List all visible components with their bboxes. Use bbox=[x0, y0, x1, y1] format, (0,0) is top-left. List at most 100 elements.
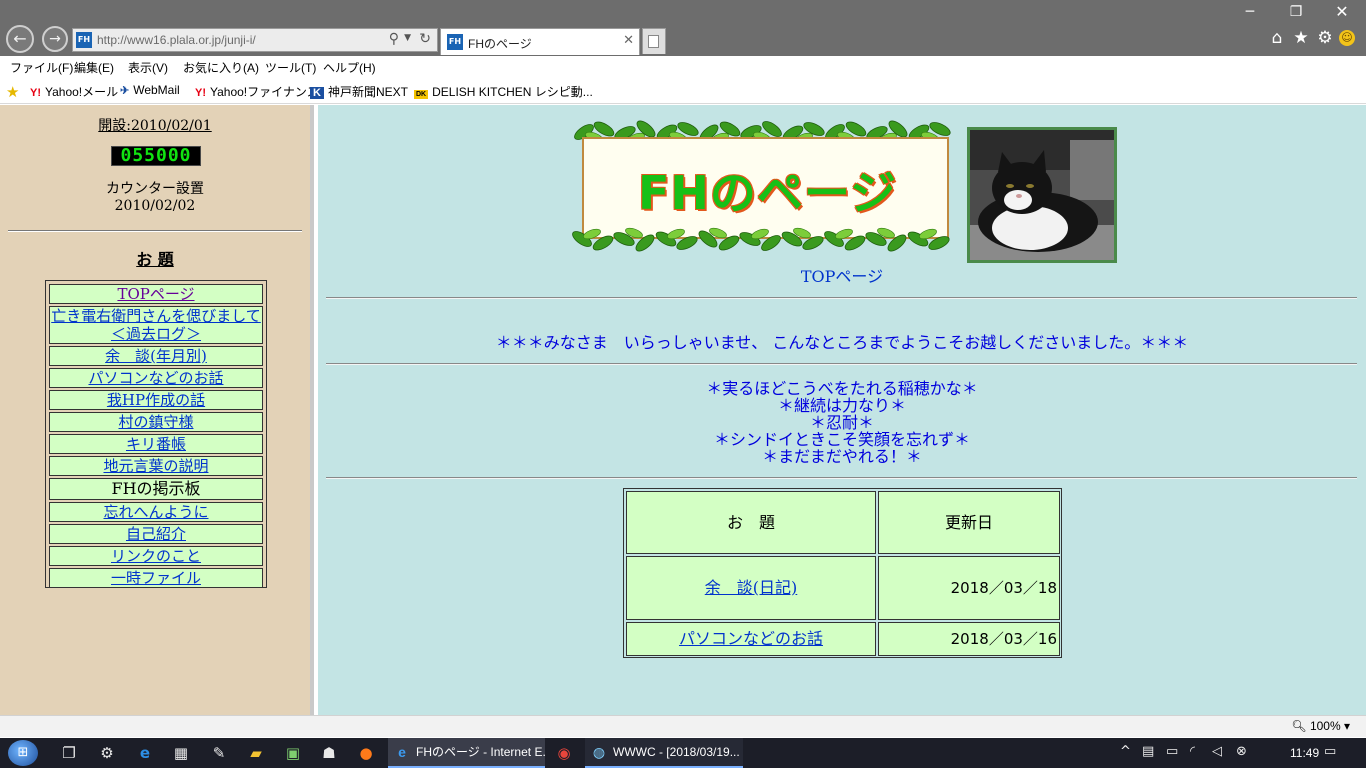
notifications-icon[interactable]: ▭ bbox=[1324, 744, 1336, 759]
window-close-button[interactable]: ✕ bbox=[1330, 2, 1354, 21]
cat-photo-image bbox=[970, 130, 1114, 260]
divider bbox=[8, 230, 302, 232]
add-favorite-star-icon[interactable]: ★ bbox=[6, 83, 19, 101]
yahoo-icon: Y! bbox=[30, 87, 41, 99]
nav-item-memorial[interactable]: 亡き電右衛門さんを偲びまして ＜過去ログ＞ bbox=[49, 306, 263, 344]
nav-item-memorial-sublabel: ＜過去ログ＞ bbox=[110, 325, 201, 343]
topics-heading: お 題 bbox=[136, 250, 174, 269]
access-counter: 055000 bbox=[111, 146, 201, 166]
wifi-icon[interactable]: ◜ bbox=[1190, 744, 1195, 759]
notepad-icon[interactable]: ✎ bbox=[208, 742, 230, 764]
volume-icon[interactable]: ◁ bbox=[1212, 744, 1222, 759]
fav-yahoo-finance[interactable]: Y! Yahoo!ファイナンス bbox=[195, 83, 319, 100]
tab-fh-page[interactable]: FH FHのページ ✕ bbox=[440, 28, 640, 55]
maximize-button[interactable]: ❐ bbox=[1284, 4, 1308, 20]
update-link-yodan[interactable]: 余 談(日記) bbox=[705, 578, 798, 597]
nav-item-yodan[interactable]: 余 談(年月別) bbox=[49, 346, 263, 366]
fav-delish-kitchen[interactable]: DK DELISH KITCHEN レシピ動... bbox=[414, 83, 593, 100]
tab-title: FHのページ bbox=[468, 37, 532, 51]
fav-yahoo-mail[interactable]: Y! Yahoo!メール bbox=[30, 83, 118, 100]
firefox-icon[interactable]: ● bbox=[355, 742, 377, 764]
yahoo-icon: Y! bbox=[195, 87, 206, 99]
browser-titlebar: ← → FH http://www16.plala.or.jp/junji-i/… bbox=[0, 0, 1366, 56]
zoom-control[interactable]: 🔍︎ 100% ▾ bbox=[1291, 719, 1350, 733]
refresh-icon[interactable]: ↻ bbox=[419, 31, 431, 47]
new-tab-button[interactable] bbox=[642, 28, 666, 54]
gear-icon[interactable]: ⚙ bbox=[1314, 28, 1336, 48]
ie-icon: e bbox=[398, 744, 406, 760]
nav-item-remember[interactable]: 忘れへんように bbox=[49, 502, 263, 522]
file-explorer-icon[interactable]: ▰ bbox=[245, 742, 267, 764]
task-view-icon[interactable]: ❐ bbox=[58, 742, 80, 764]
nav-item-links[interactable]: リンクのこと bbox=[49, 546, 263, 566]
nav-item-kiriban[interactable]: キリ番帳 bbox=[49, 434, 263, 454]
open-date: 開設:2010/02/01 bbox=[98, 118, 212, 134]
taskbar-task-wwwc[interactable]: ◍ WWWC - [2018/03/19... bbox=[585, 738, 743, 768]
top-page-link[interactable]: TOPページ bbox=[318, 263, 1366, 287]
close-icon[interactable]: ✕ bbox=[623, 33, 634, 48]
divider bbox=[326, 477, 1357, 479]
nav-item-profile[interactable]: 自己紹介 bbox=[49, 524, 263, 544]
menu-bar: ファイル(F) 編集(E) 表示(V) お気に入り(A) ツール(T) ヘルプ(… bbox=[0, 56, 1366, 78]
home-icon[interactable]: ⌂ bbox=[1266, 28, 1288, 48]
counter-label-text: カウンター設置 bbox=[106, 181, 204, 197]
nav-item-memorial-label: 亡き電右衛門さんを偲びまして bbox=[51, 307, 261, 325]
start-button[interactable]: ⊞ bbox=[8, 740, 38, 766]
forward-button[interactable]: → bbox=[42, 26, 68, 52]
nav-item-local-words[interactable]: 地元言葉の説明 bbox=[49, 456, 263, 476]
menu-tools[interactable]: ツール(T) bbox=[265, 59, 316, 76]
terminal-icon[interactable]: ▣ bbox=[282, 742, 304, 764]
tray-keyboard-icon[interactable]: ▭ bbox=[1166, 744, 1178, 759]
fav-kobe-shimbun[interactable]: K 神戸新聞NEXT bbox=[310, 83, 408, 100]
motto-line: ＊忍耐＊ bbox=[809, 413, 874, 432]
menu-favorites[interactable]: お気に入り(A) bbox=[183, 59, 259, 76]
nav-item-village-shrine[interactable]: 村の鎮守様 bbox=[49, 412, 263, 432]
tray-network-app-icon[interactable]: ▤ bbox=[1142, 744, 1154, 759]
kobe-shimbun-icon: K bbox=[310, 87, 324, 99]
address-url[interactable]: http://www16.plala.or.jp/junji-i/ bbox=[97, 33, 256, 47]
zoom-icon: 🔍︎ bbox=[1291, 719, 1310, 733]
counter-label: カウンター設置 2010/02/02 bbox=[0, 181, 310, 215]
nav-item-top[interactable]: TOPページ bbox=[49, 284, 263, 304]
mottos: ＊実るほどこうべをたれる稲穂かな＊ ＊継続は力なり＊ ＊忍耐＊ ＊シンドイときこ… bbox=[318, 380, 1366, 465]
tab-favicon-icon: FH bbox=[447, 34, 463, 50]
motto-line: ＊継続は力なり＊ bbox=[777, 396, 906, 415]
minimize-button[interactable]: ─ bbox=[1238, 4, 1262, 20]
motto-line: ＊実るほどこうべをたれる稲穂かな＊ bbox=[706, 379, 978, 398]
favorites-star-icon[interactable]: ★ bbox=[1290, 28, 1312, 48]
edge-icon[interactable]: e bbox=[134, 742, 156, 764]
blocked-icon[interactable]: ⊗ bbox=[1236, 744, 1247, 759]
back-button[interactable]: ← bbox=[6, 25, 34, 53]
nav-item-hp-making[interactable]: 我HP作成の話 bbox=[49, 390, 263, 410]
webmail-icon: ✈ bbox=[120, 85, 130, 97]
settings-icon[interactable]: ⚙ bbox=[96, 742, 118, 764]
update-link-pc-talk[interactable]: パソコンなどのお話 bbox=[679, 629, 823, 648]
search-icon[interactable]: ⚲ bbox=[389, 31, 399, 47]
app-icon[interactable]: ☗ bbox=[318, 742, 340, 764]
address-bar[interactable]: FH http://www16.plala.or.jp/junji-i/ ⚲ ▼… bbox=[72, 28, 438, 52]
site-favicon-icon: FH bbox=[76, 32, 92, 48]
tray-chevron-up-icon[interactable]: ^ bbox=[1120, 744, 1131, 759]
menu-view[interactable]: 表示(V) bbox=[128, 59, 168, 76]
table-header-topic: お 題 bbox=[626, 491, 876, 554]
taskbar-task-ie[interactable]: e FHのページ - Internet E... bbox=[388, 738, 545, 768]
nav-item-temp-file[interactable]: 一時ファイル bbox=[49, 568, 263, 588]
menu-edit[interactable]: 編集(E) bbox=[74, 59, 114, 76]
menu-file[interactable]: ファイル(F) bbox=[10, 59, 73, 76]
sidebar-frame: 開設:2010/02/01 055000 カウンター設置 2010/02/02 … bbox=[0, 105, 314, 715]
divider bbox=[326, 297, 1357, 299]
calculator-icon[interactable]: ▦ bbox=[170, 742, 192, 764]
clock[interactable]: 11:49 bbox=[1290, 746, 1319, 760]
chrome-icon[interactable]: ◉ bbox=[553, 742, 575, 764]
nav-item-pc-talk[interactable]: パソコンなどのお話 bbox=[49, 368, 263, 388]
menu-help[interactable]: ヘルプ(H) bbox=[323, 59, 376, 76]
table-cell-date: 2018／03／16 bbox=[878, 622, 1060, 656]
fav-webmail[interactable]: ✈ WebMail bbox=[120, 83, 180, 97]
favorites-bar: ★ Y! Yahoo!メール ✈ WebMail Y! Yahoo!ファイナンス K神… bbox=[0, 78, 1366, 104]
delish-kitchen-icon: DK bbox=[414, 90, 429, 99]
table-cell-date: 2018／03／18 bbox=[878, 556, 1060, 620]
nav-item-bbs[interactable]: FHの掲示板 bbox=[49, 478, 263, 500]
feedback-smile-icon[interactable]: ☺ bbox=[1339, 30, 1355, 46]
banner-frame: FHのページ bbox=[582, 137, 949, 239]
chevron-down-icon[interactable]: ▼ bbox=[404, 33, 411, 43]
